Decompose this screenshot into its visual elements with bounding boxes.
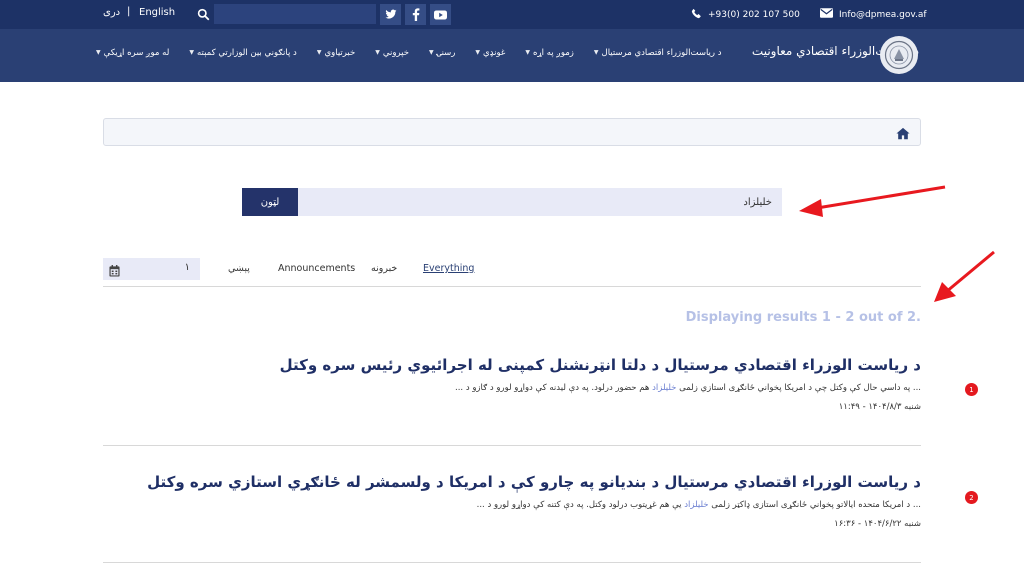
language-separator: | xyxy=(127,6,131,17)
search-button[interactable]: لټون xyxy=(242,188,298,216)
result-item: د رياست الوزراء اقتصادي مرستيال د بنديان… xyxy=(103,473,921,529)
result-snippet: ... په داسي حال کې وکتل چې د امريکا پخوا… xyxy=(455,383,921,393)
language-dari-link[interactable]: دری xyxy=(103,7,120,18)
result-title[interactable]: د رياست الوزراء اقتصادي مرستيال د دلتا ا… xyxy=(103,356,921,374)
tab-everything[interactable]: Everything xyxy=(423,263,474,274)
chevron-down-icon: ▼ xyxy=(96,49,101,56)
chevron-down-icon: ▼ xyxy=(525,49,530,56)
breadcrumb xyxy=(103,118,921,146)
envelope-icon xyxy=(820,8,833,21)
tab-announcements[interactable]: Announcements xyxy=(278,263,355,274)
calendar-icon[interactable] xyxy=(109,262,120,281)
chevron-down-icon: ▼ xyxy=(593,49,599,56)
result-date: شنبه ۱۴۰۴/۸/۳ - ۱۱:۴۹ xyxy=(838,402,921,412)
site-search-input[interactable] xyxy=(214,4,376,24)
nav-menu: ▼ له موږ سره اړيکې ▼ د پانګوني بين الوزارت… xyxy=(96,47,742,59)
search-query-input[interactable] xyxy=(298,188,782,216)
top-bar: دری | English +93(0) 202 107 500 Info@dp… xyxy=(0,0,1024,29)
email-address: Info@dpmea.gov.af xyxy=(839,9,927,20)
nav-item-about[interactable]: ▼ زموږ په اړه xyxy=(525,47,574,58)
home-icon[interactable] xyxy=(896,125,910,144)
youtube-icon[interactable] xyxy=(430,4,451,25)
nav-item-deputy[interactable]: ▼ د رياست‌الوزراء اقتصادي مرستيال xyxy=(594,47,722,58)
chevron-down-icon: ▼ xyxy=(189,49,194,56)
date-filter-value: ۱ xyxy=(184,262,190,273)
date-filter[interactable]: ۱ xyxy=(103,258,200,280)
twitter-icon[interactable] xyxy=(380,4,401,25)
search-icon[interactable] xyxy=(192,4,214,24)
chevron-down-icon: ▼ xyxy=(428,49,434,56)
divider xyxy=(103,562,921,563)
chevron-down-icon: ▼ xyxy=(316,49,322,56)
result-date: شنبه ۱۴۰۴/۶/۲۲ - ۱۶:۳۶ xyxy=(834,519,921,529)
annotation-arrow-icon xyxy=(934,250,995,302)
main-navbar: ▼ له موږ سره اړيکې ▼ د پانګوني بين الوزارت… xyxy=(0,29,1024,82)
result-number-badge: 1 xyxy=(965,383,978,396)
tab-events[interactable]: پېښي xyxy=(228,263,250,274)
divider xyxy=(103,286,921,287)
nav-item-meetings[interactable]: ▼ غونډي xyxy=(475,47,505,58)
phone-contact[interactable]: +93(0) 202 107 500 xyxy=(691,8,800,22)
email-contact[interactable]: Info@dpmea.gov.af xyxy=(820,8,927,21)
chevron-down-icon: ▼ xyxy=(375,49,380,56)
highlighted-term: خلیلزاد xyxy=(652,383,677,393)
result-number-badge: 2 xyxy=(965,491,978,504)
results-count: Displaying results 1 - 2 out of 2. xyxy=(685,310,921,325)
phone-icon xyxy=(691,8,702,22)
result-snippet: ... د امريکا متحده ايالاتو پخواني ځانګړی… xyxy=(476,500,921,510)
nav-item-investment-committee[interactable]: ▼ د پانګوني بين الوزارتي کمېته xyxy=(189,47,297,58)
facebook-icon[interactable] xyxy=(405,4,426,25)
highlighted-term: خلیلزاد xyxy=(684,500,709,510)
nav-item-contact[interactable]: ▼ له موږ سره اړيکې xyxy=(96,47,169,58)
language-english-link[interactable]: English xyxy=(139,7,175,18)
nav-item-publications[interactable]: ▼ خپروني xyxy=(375,47,409,58)
phone-number: +93(0) 202 107 500 xyxy=(708,10,800,20)
divider xyxy=(103,445,921,446)
annotation-arrow-icon xyxy=(799,185,946,217)
nav-item-media[interactable]: ▼ رسنۍ xyxy=(429,47,455,58)
emblem-logo[interactable] xyxy=(880,36,918,74)
nav-item-announcements[interactable]: ▼ خبرتیاوي xyxy=(317,47,355,58)
chevron-down-icon: ▼ xyxy=(475,49,480,56)
result-item: د رياست الوزراء اقتصادي مرستيال د دلتا ا… xyxy=(103,356,921,412)
tab-news[interactable]: خبرونه xyxy=(371,263,397,274)
result-title[interactable]: د رياست الوزراء اقتصادي مرستيال د بنديان… xyxy=(103,473,921,491)
